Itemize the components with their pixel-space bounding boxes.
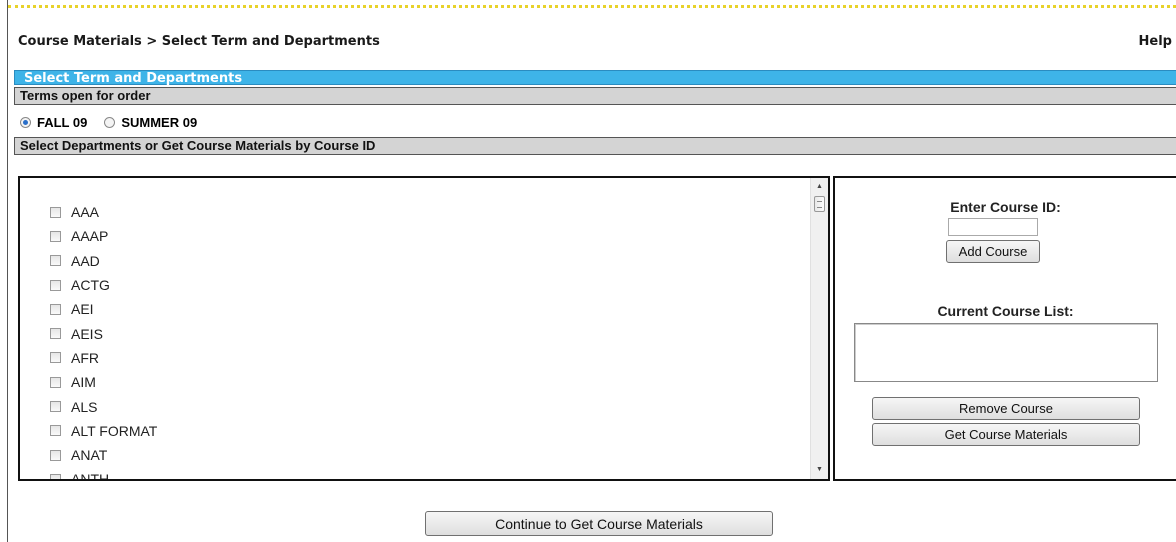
- department-label: ANAT: [71, 447, 108, 464]
- department-label: ALT FORMAT: [71, 422, 158, 439]
- department-label: AAD: [71, 252, 100, 269]
- checkbox-icon[interactable]: [50, 206, 61, 218]
- department-label: AEIS: [71, 325, 103, 342]
- department-label: AAA: [71, 204, 100, 221]
- term-option-fall-09[interactable]: FALL 09: [20, 115, 87, 130]
- checkbox-icon[interactable]: [50, 352, 61, 364]
- department-item[interactable]: ALT FORMAT: [50, 419, 157, 443]
- course-id-input[interactable]: [948, 218, 1038, 236]
- department-label: AAAP: [71, 228, 109, 245]
- departments-heading: Select Departments or Get Course Materia…: [14, 137, 1176, 155]
- department-item[interactable]: AAD: [50, 249, 157, 273]
- department-item[interactable]: AAAP: [50, 224, 157, 248]
- section-title: Select Term and Departments: [14, 70, 1176, 86]
- course-id-panel: Enter Course ID: Add Course Current Cour…: [833, 176, 1176, 481]
- breadcrumb: Course Materials > Select Term and Depar…: [18, 34, 380, 49]
- department-item[interactable]: AIM: [50, 370, 157, 394]
- department-label: AEI: [71, 301, 94, 318]
- get-course-materials-button[interactable]: Get Course Materials: [872, 423, 1140, 446]
- department-item[interactable]: ALS: [50, 394, 157, 418]
- department-item[interactable]: ANTH: [50, 467, 157, 481]
- department-item[interactable]: AFR: [50, 346, 157, 370]
- department-item[interactable]: AAA: [50, 200, 157, 224]
- department-label: ALS: [71, 398, 98, 415]
- checkbox-icon[interactable]: [50, 401, 61, 413]
- scroll-thumb[interactable]: [814, 196, 825, 212]
- radio-unselected-icon[interactable]: [104, 116, 116, 128]
- checkbox-icon[interactable]: [50, 303, 61, 315]
- remove-course-button[interactable]: Remove Course: [872, 397, 1140, 420]
- checkbox-icon[interactable]: [50, 449, 61, 461]
- checkbox-icon[interactable]: [50, 473, 61, 479]
- checkbox-icon[interactable]: [50, 255, 61, 267]
- current-course-list[interactable]: [854, 323, 1158, 382]
- department-item[interactable]: ACTG: [50, 273, 157, 297]
- checkbox-icon[interactable]: [50, 279, 61, 291]
- checkbox-icon[interactable]: [50, 425, 61, 437]
- department-item[interactable]: ANAT: [50, 443, 157, 467]
- term-label: SUMMER 09: [121, 114, 198, 130]
- radio-selected-icon[interactable]: [20, 116, 31, 128]
- terms-heading: Terms open for order: [14, 87, 1176, 105]
- add-course-button[interactable]: Add Course: [946, 240, 1040, 263]
- checkbox-icon[interactable]: [50, 376, 61, 388]
- department-label: ACTG: [71, 277, 110, 294]
- enter-course-id-label: Enter Course ID:: [950, 199, 1061, 215]
- scroll-up-icon[interactable]: ▲: [811, 180, 828, 194]
- department-list-panel[interactable]: AAA AAAP AAD ACTG AEI AEIS AFR AIM ALS ALT FORMAT…: [18, 176, 830, 481]
- help-link[interactable]: Help: [1139, 34, 1172, 49]
- department-label: AIM: [71, 374, 96, 391]
- department-item[interactable]: AEIS: [50, 321, 157, 345]
- term-label: FALL 09: [37, 114, 88, 130]
- checkbox-icon[interactable]: [50, 230, 61, 242]
- department-label: ANTH: [71, 471, 110, 481]
- term-option-summer-09[interactable]: SUMMER 09: [104, 115, 197, 130]
- department-label: AFR: [71, 349, 99, 366]
- left-border: [7, 0, 8, 542]
- department-item[interactable]: AEI: [50, 297, 157, 321]
- page-header: Course Materials > Select Term and Depar…: [18, 34, 1176, 54]
- scroll-down-icon[interactable]: ▼: [811, 463, 828, 477]
- current-course-list-label: Current Course List:: [937, 303, 1074, 319]
- continue-button[interactable]: Continue to Get Course Materials: [425, 511, 773, 536]
- terms-radio-group: FALL 09 SUMMER 09: [20, 113, 214, 131]
- dotted-divider: [8, 5, 1176, 8]
- department-scrollbar[interactable]: ▲ ▼: [810, 178, 828, 479]
- checkbox-icon[interactable]: [50, 328, 61, 340]
- department-list: AAA AAAP AAD ACTG AEI AEIS AFR AIM ALS ALT FORMAT…: [50, 200, 157, 481]
